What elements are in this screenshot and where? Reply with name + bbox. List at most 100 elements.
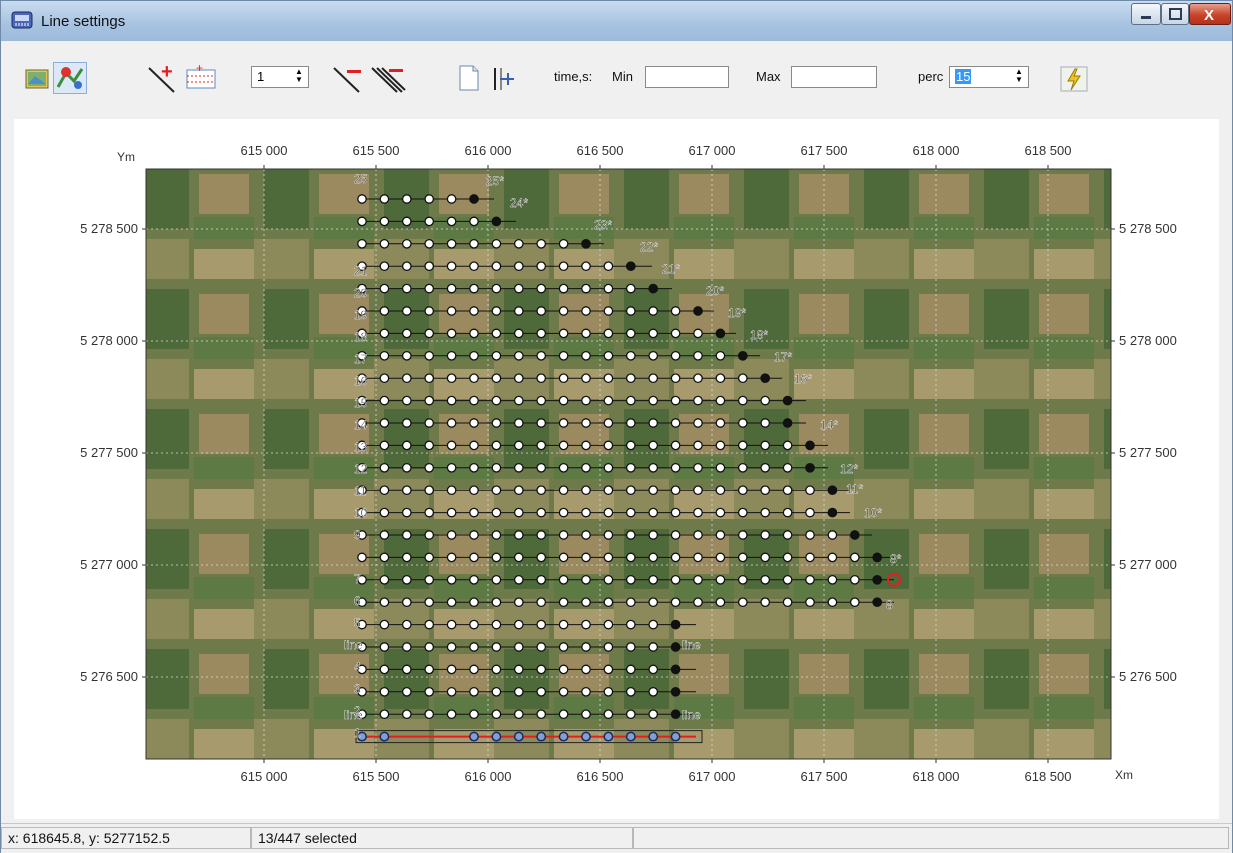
survey-point[interactable] (603, 552, 614, 563)
survey-point[interactable] (424, 350, 435, 361)
survey-point[interactable] (648, 552, 659, 563)
survey-point[interactable] (760, 462, 771, 473)
survey-point[interactable] (737, 597, 748, 608)
selected-point[interactable] (625, 731, 636, 742)
survey-point[interactable] (648, 597, 659, 608)
survey-point[interactable] (625, 462, 636, 473)
selected-point[interactable] (513, 731, 524, 742)
survey-point[interactable] (379, 507, 390, 518)
survey-point[interactable] (424, 283, 435, 294)
survey-point[interactable] (715, 597, 726, 608)
survey-point[interactable] (648, 395, 659, 406)
survey-point[interactable] (805, 462, 815, 473)
survey-point[interactable] (401, 642, 412, 652)
survey-point[interactable] (603, 350, 614, 361)
delete-line-icon[interactable] (331, 62, 367, 94)
survey-point[interactable] (872, 597, 883, 608)
survey-point[interactable] (625, 395, 636, 406)
survey-point[interactable] (536, 485, 547, 496)
survey-point[interactable] (379, 709, 390, 720)
survey-point[interactable] (760, 530, 771, 540)
survey-point[interactable] (379, 530, 390, 540)
survey-point[interactable] (581, 462, 591, 473)
survey-point[interactable] (446, 574, 457, 585)
survey-point[interactable] (625, 418, 636, 428)
survey-point[interactable] (648, 642, 659, 652)
survey-point[interactable] (760, 418, 771, 428)
survey-point[interactable] (379, 552, 390, 563)
survey-point[interactable] (379, 283, 390, 294)
plot-panel[interactable]: 615 000 615 500 616 000 616 500 617 000 617 5… (14, 119, 1219, 819)
survey-point[interactable] (469, 664, 479, 675)
survey-point[interactable] (670, 642, 681, 652)
survey-point[interactable] (424, 619, 435, 630)
survey-point[interactable] (536, 642, 547, 652)
survey-point[interactable] (469, 373, 479, 384)
survey-point[interactable] (693, 306, 703, 316)
survey-point[interactable] (693, 440, 703, 451)
survey-point[interactable] (715, 440, 726, 451)
survey-point[interactable] (625, 306, 636, 316)
survey-point[interactable] (469, 283, 479, 294)
survey-point[interactable] (469, 530, 479, 540)
survey-point[interactable] (760, 574, 771, 585)
survey-point[interactable] (693, 418, 703, 428)
survey-point[interactable] (715, 530, 726, 540)
survey-point[interactable] (513, 709, 524, 720)
survey-point[interactable] (603, 709, 614, 720)
survey-point[interactable] (513, 283, 524, 294)
survey-point[interactable] (603, 261, 614, 272)
survey-point[interactable] (536, 462, 547, 473)
column-adjust-icon[interactable] (490, 62, 516, 94)
survey-point[interactable] (715, 552, 726, 563)
survey-point[interactable] (581, 328, 591, 339)
survey-point[interactable] (782, 440, 793, 451)
survey-point[interactable] (581, 597, 591, 608)
survey-point[interactable] (401, 552, 412, 563)
survey-point[interactable] (849, 574, 860, 585)
survey-point[interactable] (401, 350, 412, 361)
survey-point[interactable] (558, 395, 569, 406)
survey-point[interactable] (805, 552, 815, 563)
survey-point[interactable] (513, 306, 524, 316)
survey-point[interactable] (693, 597, 703, 608)
survey-point[interactable] (401, 194, 412, 204)
survey-point[interactable] (558, 261, 569, 272)
survey-point[interactable] (357, 194, 367, 204)
survey-point[interactable] (401, 619, 412, 630)
survey-point[interactable] (469, 395, 479, 406)
survey-point[interactable] (379, 440, 390, 451)
survey-point[interactable] (379, 485, 390, 496)
survey-point[interactable] (581, 238, 591, 249)
survey-point[interactable] (469, 306, 479, 316)
survey-point[interactable] (401, 418, 412, 428)
selected-point[interactable] (648, 731, 659, 742)
survey-point[interactable] (670, 440, 681, 451)
survey-point[interactable] (558, 530, 569, 540)
survey-point[interactable] (424, 686, 435, 697)
survey-point[interactable] (715, 462, 726, 473)
survey-point[interactable] (469, 574, 479, 585)
survey-point[interactable] (513, 530, 524, 540)
survey-point[interactable] (424, 395, 435, 406)
survey-point[interactable] (737, 574, 748, 585)
survey-point[interactable] (581, 418, 591, 428)
survey-point[interactable] (513, 574, 524, 585)
survey-point[interactable] (379, 194, 390, 204)
survey-point[interactable] (603, 373, 614, 384)
survey-point[interactable] (670, 619, 681, 630)
survey-point[interactable] (424, 194, 435, 204)
selected-point[interactable] (670, 731, 681, 742)
survey-point[interactable] (513, 350, 524, 361)
survey-point[interactable] (670, 462, 681, 473)
survey-point[interactable] (424, 306, 435, 316)
survey-point[interactable] (446, 597, 457, 608)
survey-point[interactable] (648, 418, 659, 428)
survey-point[interactable] (558, 418, 569, 428)
survey-point[interactable] (469, 194, 479, 204)
survey-point[interactable] (603, 328, 614, 339)
survey-point[interactable] (536, 306, 547, 316)
survey-point[interactable] (625, 597, 636, 608)
survey-point[interactable] (693, 485, 703, 496)
survey-point[interactable] (558, 664, 569, 675)
